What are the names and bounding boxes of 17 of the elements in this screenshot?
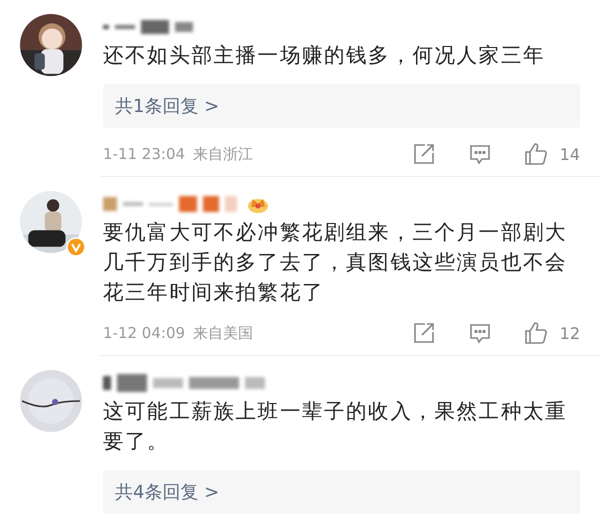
like-count: 14 xyxy=(560,144,580,164)
comment-time: 1-12 04:09 xyxy=(103,324,186,342)
thumbs-up-icon[interactable] xyxy=(524,321,548,345)
comment-icon[interactable] xyxy=(468,142,492,166)
thumbs-up-icon[interactable] xyxy=(524,142,548,166)
comment-icon[interactable] xyxy=(468,321,492,345)
comment-text: 要仇富大可不必冲繁花剧组来，三个月一部剧大几千万到手的多了去了，真图钱这些演员也不会花三年时间来拍繁花了 xyxy=(103,219,568,306)
like-count: 12 xyxy=(560,324,580,342)
comment-location: 来自浙江 xyxy=(193,144,254,164)
comment-time: 1-11 23:04 xyxy=(103,145,186,163)
comment-text: 还不如头部主播一场赚的钱多，何况人家三年 xyxy=(103,42,546,69)
replies-link[interactable]: 共4条回复 > xyxy=(103,470,580,514)
share-icon[interactable] xyxy=(412,142,436,166)
comment-location: 来自美国 xyxy=(193,324,254,342)
comment-text: 这可能工薪族上班一辈子的收入，果然工种太重要了。 xyxy=(103,398,568,455)
replies-link[interactable]: 共1条回复 > xyxy=(103,84,580,128)
share-icon[interactable] xyxy=(412,321,436,345)
